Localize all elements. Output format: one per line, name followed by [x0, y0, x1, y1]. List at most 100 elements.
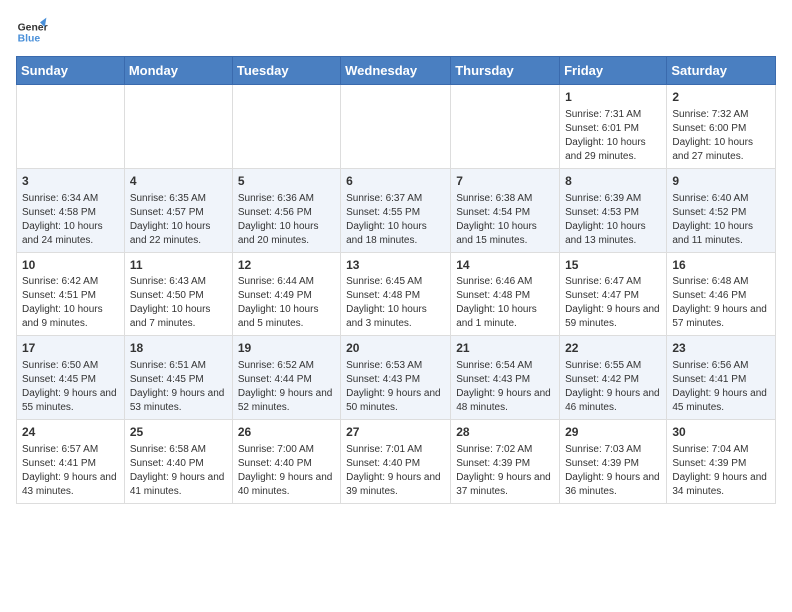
day-info: Daylight: 10 hours and 11 minutes.: [672, 220, 770, 248]
day-number: 6: [346, 173, 445, 190]
calendar-cell: 2Sunrise: 7:32 AMSunset: 6:00 PMDaylight…: [667, 85, 776, 169]
day-info: Sunrise: 7:00 AM: [238, 443, 335, 457]
day-info: Daylight: 9 hours and 40 minutes.: [238, 471, 335, 499]
calendar-week-row: 1Sunrise: 7:31 AMSunset: 6:01 PMDaylight…: [17, 85, 776, 169]
day-info: Sunset: 4:43 PM: [456, 373, 554, 387]
calendar-cell: 21Sunrise: 6:54 AMSunset: 4:43 PMDayligh…: [451, 336, 560, 420]
calendar-week-row: 10Sunrise: 6:42 AMSunset: 4:51 PM Dayligh…: [17, 252, 776, 336]
day-info: Sunset: 4:55 PM: [346, 206, 445, 220]
day-info: Daylight: 9 hours and 39 minutes.: [346, 471, 445, 499]
day-header-sunday: Sunday: [17, 57, 125, 85]
day-info: Sunset: 4:41 PM: [672, 373, 770, 387]
calendar-cell: 8Sunrise: 6:39 AMSunset: 4:53 PMDaylight…: [560, 168, 667, 252]
day-header-wednesday: Wednesday: [341, 57, 451, 85]
day-info: Daylight: 9 hours and 53 minutes.: [130, 387, 227, 415]
day-info: Daylight: 10 hours and 20 minutes.: [238, 220, 335, 248]
day-number: 1: [565, 89, 661, 106]
calendar-header-row: SundayMondayTuesdayWednesdayThursdayFrid…: [17, 57, 776, 85]
day-info: Daylight: 10 hours and 22 minutes.: [130, 220, 227, 248]
day-info: Daylight: 9 hours and 46 minutes.: [565, 387, 661, 415]
day-number: 23: [672, 340, 770, 357]
day-number: 13: [346, 257, 445, 274]
day-info: Sunrise: 6:42 AM: [22, 275, 119, 289]
day-info: Sunrise: 6:57 AM: [22, 443, 119, 457]
day-info: Sunrise: 6:52 AM: [238, 359, 335, 373]
day-info: Sunset: 4:39 PM: [565, 457, 661, 471]
day-info: Sunset: 4:48 PM: [346, 289, 445, 303]
calendar-cell: 14Sunrise: 6:46 AMSunset: 4:48 PMDayligh…: [451, 252, 560, 336]
calendar-cell: 12Sunrise: 6:44 AMSunset: 4:49 PMDayligh…: [232, 252, 340, 336]
calendar-cell: [341, 85, 451, 169]
day-info: Sunrise: 6:56 AM: [672, 359, 770, 373]
day-number: 3: [22, 173, 119, 190]
day-info: Daylight: 9 hours and 50 minutes.: [346, 387, 445, 415]
calendar-cell: 4Sunrise: 6:35 AMSunset: 4:57 PMDaylight…: [124, 168, 232, 252]
calendar-cell: [17, 85, 125, 169]
day-info: Sunset: 4:53 PM: [565, 206, 661, 220]
day-number: 17: [22, 340, 119, 357]
day-info: Sunset: 4:51 PM: [22, 289, 119, 303]
day-info: Sunrise: 7:31 AM: [565, 108, 661, 122]
day-number: 7: [456, 173, 554, 190]
day-info: Daylight: 9 hours and 45 minutes.: [672, 387, 770, 415]
day-info: Sunrise: 6:50 AM: [22, 359, 119, 373]
day-number: 29: [565, 424, 661, 441]
day-info: Sunset: 4:48 PM: [456, 289, 554, 303]
day-info: Daylight: 10 hours and 24 minutes.: [22, 220, 119, 248]
day-number: 8: [565, 173, 661, 190]
day-number: 20: [346, 340, 445, 357]
day-header-friday: Friday: [560, 57, 667, 85]
calendar-cell: [124, 85, 232, 169]
day-info: Daylight: 9 hours and 57 minutes.: [672, 303, 770, 331]
calendar-cell: 16Sunrise: 6:48 AMSunset: 4:46 PMDayligh…: [667, 252, 776, 336]
day-info: Sunrise: 6:55 AM: [565, 359, 661, 373]
day-info: Sunset: 6:01 PM: [565, 122, 661, 136]
day-info: Sunset: 4:46 PM: [672, 289, 770, 303]
day-info: Sunrise: 6:34 AM: [22, 192, 119, 206]
day-number: 2: [672, 89, 770, 106]
day-number: 30: [672, 424, 770, 441]
day-info: Daylight: 10 hours and 5 minutes.: [238, 303, 335, 331]
logo-icon: General Blue: [16, 16, 48, 48]
day-info: Sunset: 4:40 PM: [346, 457, 445, 471]
calendar-week-row: 17Sunrise: 6:50 AMSunset: 4:45 PMDayligh…: [17, 336, 776, 420]
day-info: Sunset: 4:50 PM: [130, 289, 227, 303]
day-info: Daylight: 9 hours and 59 minutes.: [565, 303, 661, 331]
calendar-week-row: 3Sunrise: 6:34 AMSunset: 4:58 PMDaylight…: [17, 168, 776, 252]
day-info: Sunset: 4:39 PM: [672, 457, 770, 471]
day-info: Daylight: 10 hours and 13 minutes.: [565, 220, 661, 248]
day-number: 25: [130, 424, 227, 441]
day-info: Sunrise: 7:32 AM: [672, 108, 770, 122]
svg-text:Blue: Blue: [18, 34, 41, 45]
calendar-cell: 3Sunrise: 6:34 AMSunset: 4:58 PMDaylight…: [17, 168, 125, 252]
day-info: Sunrise: 6:47 AM: [565, 275, 661, 289]
day-info: Sunset: 4:40 PM: [238, 457, 335, 471]
day-info: Sunrise: 7:03 AM: [565, 443, 661, 457]
calendar-cell: 10Sunrise: 6:42 AMSunset: 4:51 PMDayligh…: [17, 252, 125, 336]
calendar-cell: [232, 85, 340, 169]
calendar-cell: 5Sunrise: 6:36 AMSunset: 4:56 PMDaylight…: [232, 168, 340, 252]
day-number: 11: [130, 257, 227, 274]
day-number: 12: [238, 257, 335, 274]
calendar-cell: 29 Sunrise: 7:03 AMSunset: 4:39 PMDayligh…: [560, 420, 667, 504]
calendar-cell: 28Sunrise: 7:02 AMSunset: 4:39 PMDayligh…: [451, 420, 560, 504]
calendar-cell: 23 Sunrise: 6:56 AMSunset: 4:41 PMDayligh…: [667, 336, 776, 420]
day-info: Sunset: 4:47 PM: [565, 289, 661, 303]
day-info: Daylight: 9 hours and 36 minutes.: [565, 471, 661, 499]
day-info: Sunrise: 6:54 AM: [456, 359, 554, 373]
day-number: 4: [130, 173, 227, 190]
day-info: Sunrise: 6:38 AM: [456, 192, 554, 206]
day-number: 28: [456, 424, 554, 441]
day-info: Daylight: 10 hours and 7 minutes.: [130, 303, 227, 331]
day-info: Sunrise: 7:02 AM: [456, 443, 554, 457]
calendar-cell: 26Sunrise: 7:00 AMSunset: 4:40 PMDayligh…: [232, 420, 340, 504]
day-info: Sunrise: 6:35 AM: [130, 192, 227, 206]
day-info: Sunrise: 6:45 AM: [346, 275, 445, 289]
calendar-cell: 9Sunrise: 6:40 AMSunset: 4:52 PMDaylight…: [667, 168, 776, 252]
day-number: 10: [22, 257, 119, 274]
day-header-tuesday: Tuesday: [232, 57, 340, 85]
day-info: Sunrise: 6:51 AM: [130, 359, 227, 373]
day-info: Sunset: 4:39 PM: [456, 457, 554, 471]
day-header-monday: Monday: [124, 57, 232, 85]
calendar-cell: 27Sunrise: 7:01 AMSunset: 4:40 PMDayligh…: [341, 420, 451, 504]
